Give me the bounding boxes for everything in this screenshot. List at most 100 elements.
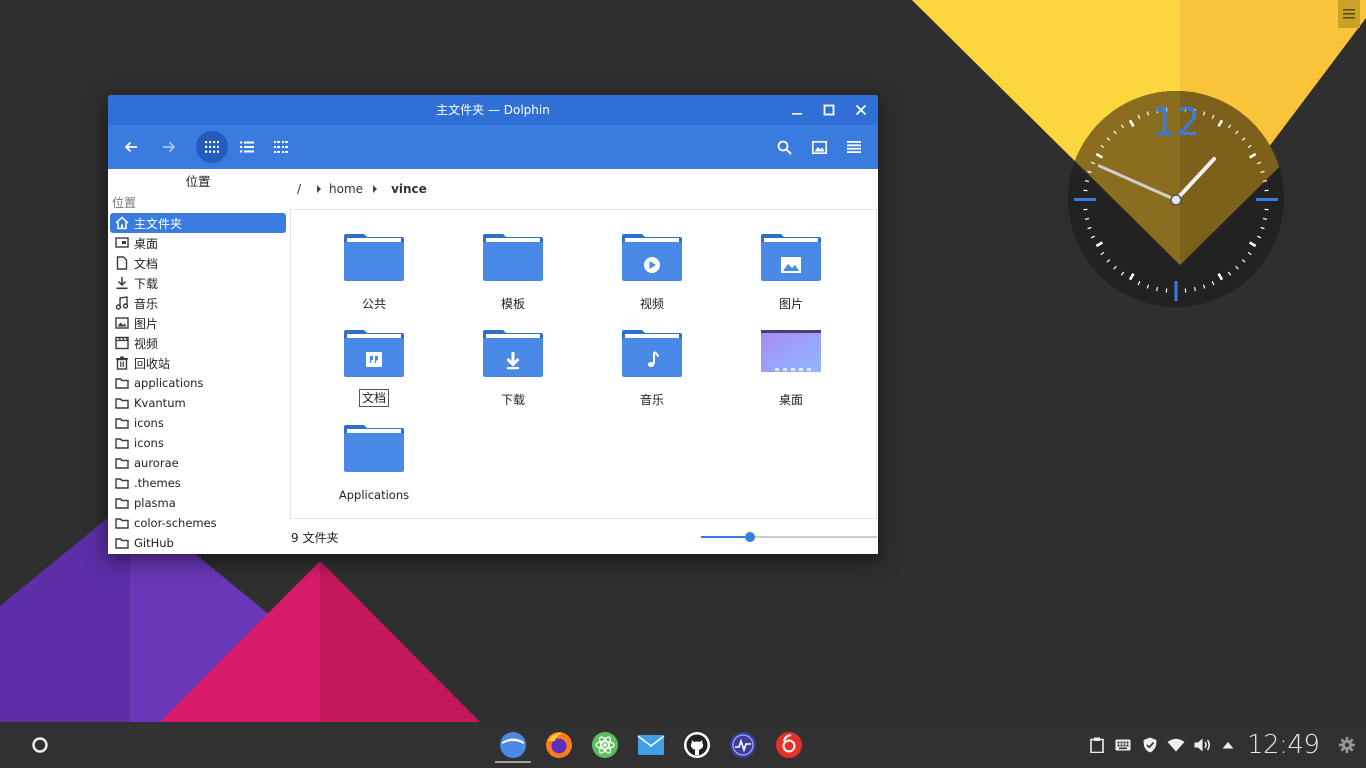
details-view-button[interactable] <box>231 131 263 163</box>
sidebar-item[interactable]: GitHub <box>110 533 286 553</box>
sidebar-item-label: icons <box>134 436 164 450</box>
music-icon <box>114 295 130 311</box>
clock-tick <box>1156 286 1159 292</box>
task-github[interactable] <box>681 729 713 761</box>
sidebar-item[interactable]: Kvantum <box>110 393 286 413</box>
sidebar-item[interactable]: 桌面 <box>110 233 286 253</box>
sidebar-item[interactable]: plasma <box>110 493 286 513</box>
maximize-button[interactable] <box>813 95 845 125</box>
close-button[interactable] <box>845 95 877 125</box>
zoom-slider[interactable] <box>701 532 877 542</box>
sidebar-item[interactable]: applications <box>110 373 286 393</box>
system-monitor-icon <box>730 732 756 758</box>
tray-expand[interactable] <box>1219 737 1237 753</box>
sidebar-item[interactable]: icons <box>110 433 286 453</box>
sidebar-item[interactable]: 回收站 <box>110 353 286 373</box>
dolphin-icon <box>500 732 526 758</box>
tray-shield[interactable] <box>1141 737 1159 753</box>
folder-item[interactable]: 桌面 <box>736 326 846 408</box>
compact-icon <box>274 141 288 153</box>
forward-button[interactable] <box>153 131 185 163</box>
folder-item[interactable]: 模板 <box>458 230 568 312</box>
sidebar-item[interactable]: 主文件夹 <box>110 213 286 233</box>
sidebar-item[interactable]: 音乐 <box>110 293 286 313</box>
minimize-button[interactable] <box>781 95 813 125</box>
clipboard-icon <box>1090 737 1104 753</box>
sidebar-item[interactable]: 下载 <box>110 273 286 293</box>
sidebar-item-label: aurorae <box>134 456 179 470</box>
analog-clock-widget: 12 <box>1068 91 1284 307</box>
breadcrumb-current[interactable]: vince <box>391 182 427 196</box>
main-menu-button[interactable] <box>838 131 870 163</box>
folder-name: Applications <box>338 488 410 502</box>
desktop-icon <box>114 235 130 251</box>
application-launcher-button[interactable] <box>28 733 52 757</box>
preview-button[interactable] <box>803 131 835 163</box>
zoom-slider-fill <box>701 536 751 538</box>
sidebar-item-label: .themes <box>134 476 181 490</box>
minimize-icon <box>792 113 802 115</box>
folder-icon <box>343 230 405 282</box>
folder-name: 模板 <box>500 297 525 311</box>
back-button[interactable] <box>115 131 147 163</box>
folder-item[interactable]: 公共 <box>319 230 429 312</box>
panel-settings-button[interactable] <box>1338 737 1356 753</box>
tray-keyboard[interactable] <box>1114 737 1132 753</box>
search-button[interactable] <box>768 131 800 163</box>
task-dolphin[interactable] <box>497 729 529 761</box>
digital-clock[interactable]: 12:49 <box>1247 730 1320 760</box>
tray-clipboard[interactable] <box>1088 737 1106 753</box>
sidebar-item[interactable]: 文档 <box>110 253 286 273</box>
clock-tick <box>1262 217 1268 220</box>
home-icon <box>114 215 130 231</box>
task-firefox[interactable] <box>543 729 575 761</box>
folder-name: 图片 <box>778 297 803 311</box>
task-mail[interactable] <box>635 729 667 761</box>
folder-icon <box>114 415 130 431</box>
tray-volume[interactable] <box>1193 737 1211 753</box>
clock-tick <box>1084 180 1090 183</box>
zoom-slider-handle[interactable] <box>745 532 756 542</box>
document-icon <box>114 255 130 271</box>
grid-icon <box>205 141 219 153</box>
task-netease-music[interactable] <box>773 729 805 761</box>
arrow-left-icon <box>124 141 137 153</box>
title-bar[interactable]: 主文件夹 — Dolphin <box>108 95 878 125</box>
sidebar-item-label: 回收站 <box>134 356 171 371</box>
breadcrumb-home[interactable]: home <box>329 182 363 196</box>
folder-item[interactable]: 图片 <box>736 230 846 312</box>
folder-name: 桌面 <box>778 393 803 407</box>
shield-icon <box>1143 737 1157 753</box>
desktop-menu-button[interactable] <box>1338 0 1360 28</box>
sidebar-item-label: color-schemes <box>134 516 217 530</box>
breadcrumb-separator-icon[interactable] <box>369 185 381 193</box>
task-atom[interactable] <box>589 729 621 761</box>
hamburger-icon <box>1343 9 1355 19</box>
task-system-monitor[interactable] <box>727 729 759 761</box>
sidebar-item[interactable]: 图片 <box>110 313 286 333</box>
folder-item[interactable]: 文档 <box>319 326 429 407</box>
sidebar-section-label: 位置 <box>112 196 137 210</box>
tray-wifi[interactable] <box>1167 737 1185 753</box>
folder-item[interactable]: 下载 <box>458 326 568 408</box>
sidebar-item[interactable]: icons <box>110 413 286 433</box>
icons-view-button[interactable] <box>196 131 228 163</box>
folder-icon <box>482 230 544 282</box>
sidebar-item[interactable]: 视频 <box>110 333 286 353</box>
compact-view-button[interactable] <box>265 131 297 163</box>
sidebar-item[interactable]: color-schemes <box>110 513 286 533</box>
folder-icon <box>621 326 683 378</box>
window-title: 主文件夹 — Dolphin <box>436 103 550 117</box>
launcher-icon <box>32 737 48 753</box>
sidebar-item[interactable]: .themes <box>110 473 286 493</box>
folder-item[interactable]: 音乐 <box>597 326 707 408</box>
sidebar-item[interactable]: aurorae <box>110 453 286 473</box>
breadcrumb-separator-icon[interactable] <box>313 185 325 193</box>
file-view[interactable]: 公共 模板 视频 图片 文档 下载 音乐 桌面 Applications <box>290 209 877 519</box>
breadcrumb-root[interactable]: / <box>297 182 301 196</box>
folder-item[interactable]: Applications <box>319 421 429 503</box>
download-icon <box>114 275 130 291</box>
sidebar-item-label: 文档 <box>134 256 159 271</box>
folder-icon <box>482 326 544 378</box>
folder-item[interactable]: 视频 <box>597 230 707 312</box>
